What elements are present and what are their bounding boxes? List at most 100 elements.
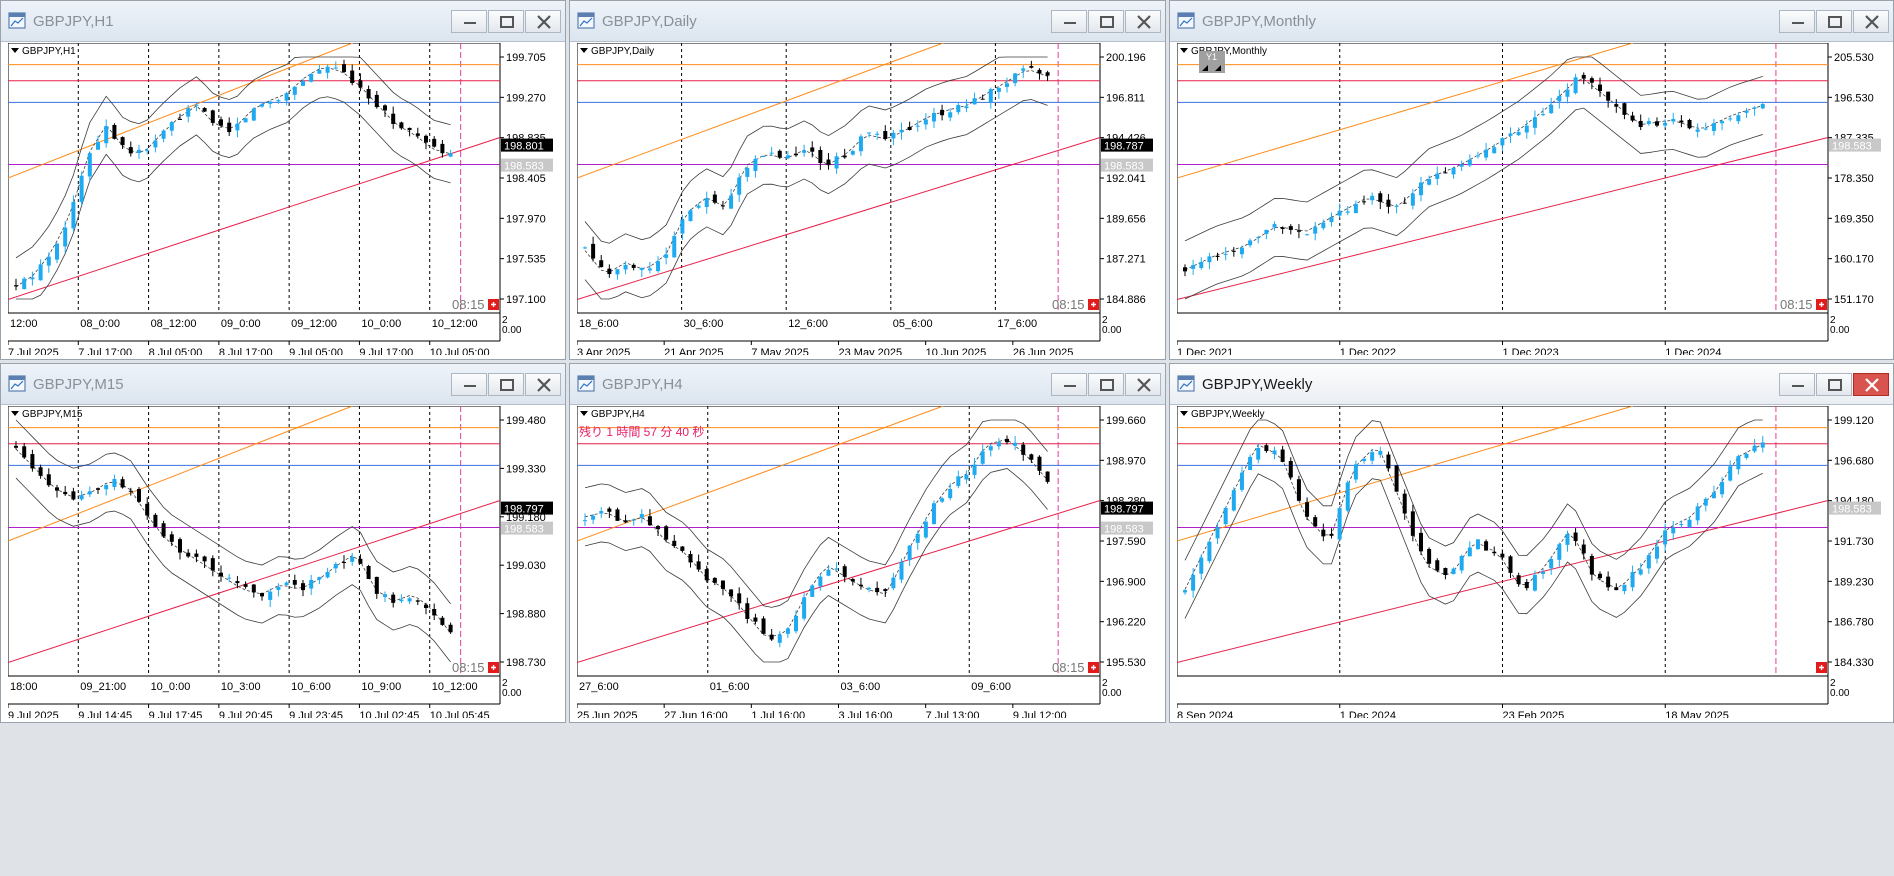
- candle: [810, 147, 815, 152]
- price-chart[interactable]: GBPJPY,H4 残り 1 時間 57 分 40 秒 199.660 198.970…: [577, 406, 1160, 718]
- close-button[interactable]: [525, 373, 561, 396]
- price-tick: 184.886: [1106, 294, 1146, 306]
- time-tick: 7 May 2025: [751, 347, 808, 355]
- maximize-icon: [1100, 16, 1114, 28]
- candle: [891, 132, 896, 139]
- plus-icon[interactable]: [488, 662, 499, 673]
- candle: [374, 576, 379, 594]
- candle: [30, 277, 35, 280]
- close-button[interactable]: [1125, 373, 1161, 396]
- candle: [145, 503, 150, 516]
- time-tick-top: 08_12:00: [151, 318, 197, 330]
- candle: [1703, 498, 1708, 506]
- price-chart[interactable]: GBPJPY,MonthlyY1205.530196.530187.335178…: [1177, 43, 1888, 355]
- candle: [1744, 453, 1749, 458]
- candle: [1720, 481, 1725, 495]
- minimize-button[interactable]: [451, 10, 487, 33]
- plus-icon[interactable]: [1816, 662, 1827, 673]
- candle: [1695, 506, 1700, 521]
- price-chart[interactable]: GBPJPY,Daily200.196196.811194.426192.041…: [577, 43, 1160, 355]
- minimize-button[interactable]: [1051, 373, 1087, 396]
- close-button[interactable]: [1125, 10, 1161, 33]
- candle: [1744, 111, 1749, 113]
- time-tick: 1 Dec 2021: [1177, 347, 1233, 355]
- chart-window-monthly[interactable]: GBPJPY,Monthly GBPJPY,Monthly Y1 205.530 196…: [1169, 0, 1894, 360]
- candle: [1223, 253, 1228, 255]
- candle: [276, 100, 281, 102]
- candle: [607, 508, 612, 512]
- maximize-button[interactable]: [488, 373, 524, 396]
- chart-window-weekly[interactable]: GBPJPY,Weekly GBPJPY,Weekly 199.120 196.680…: [1169, 363, 1894, 723]
- chart-window-daily[interactable]: GBPJPY,Daily GBPJPY,Daily 200.196 196.811 19…: [569, 0, 1166, 360]
- price-tag: 198.787: [1101, 138, 1153, 153]
- minimize-button[interactable]: [451, 373, 487, 396]
- candle: [1215, 255, 1220, 257]
- time-tick: 9 Jul 17:00: [359, 347, 413, 355]
- minimize-button[interactable]: [1779, 10, 1815, 33]
- candle: [656, 261, 661, 272]
- close-button[interactable]: [525, 10, 561, 33]
- candle: [1541, 571, 1546, 574]
- title-bar[interactable]: GBPJPY,Monthly: [1170, 1, 1893, 42]
- chart-window-icon: [1177, 12, 1195, 29]
- candle: [940, 109, 945, 116]
- candle: [309, 73, 314, 82]
- time-tick-top: 01_6:00: [710, 681, 750, 693]
- title-bar[interactable]: GBPJPY,Daily: [570, 1, 1165, 42]
- candle: [1752, 445, 1757, 452]
- candle: [432, 608, 437, 616]
- title-bar[interactable]: GBPJPY,H4: [570, 364, 1165, 405]
- price-chart[interactable]: GBPJPY,Weekly199.120196.680194.180191.73…: [1177, 406, 1888, 718]
- price-tick: 184.330: [1834, 657, 1874, 669]
- chart-window-m15[interactable]: GBPJPY,M15 GBPJPY,M15 199.480 199.330 199.18…: [0, 363, 566, 723]
- candle: [415, 600, 420, 602]
- candle: [1207, 541, 1212, 562]
- candle: [680, 219, 685, 234]
- window-title: GBPJPY,H1: [33, 13, 114, 30]
- maximize-button[interactable]: [1088, 373, 1124, 396]
- candle: [1288, 461, 1293, 478]
- price-chart[interactable]: GBPJPY,H1199.705199.270198.835198.405197…: [8, 43, 560, 355]
- candle: [623, 520, 628, 523]
- maximize-button[interactable]: [1816, 10, 1852, 33]
- price-tick: 192.041: [1106, 173, 1146, 185]
- chart-window-h4[interactable]: GBPJPY,H4 GBPJPY,H4 残り 1 時間 57 分 40 秒 199.6…: [569, 363, 1166, 723]
- time-tick: 3 Jul 16:00: [839, 710, 893, 718]
- plus-icon[interactable]: [1088, 299, 1099, 310]
- plus-icon[interactable]: [488, 299, 499, 310]
- candle: [777, 634, 782, 643]
- price-tick: 197.590: [1106, 536, 1146, 548]
- bar-timer: 08:15: [1780, 297, 1813, 312]
- chart-window-h1[interactable]: GBPJPY,H1 GBPJPY,H1199.705199.270198.8351…: [0, 0, 566, 360]
- title-bar[interactable]: GBPJPY,M15: [1, 364, 565, 405]
- maximize-button[interactable]: [1816, 373, 1852, 396]
- minimize-button[interactable]: [1779, 373, 1815, 396]
- candle: [1037, 69, 1042, 74]
- candle: [104, 485, 109, 490]
- title-bar[interactable]: GBPJPY,H1: [1, 1, 565, 42]
- plus-icon[interactable]: [1088, 662, 1099, 673]
- minimize-button[interactable]: [1051, 10, 1087, 33]
- title-bar[interactable]: GBPJPY,Weekly: [1170, 364, 1893, 405]
- candle: [696, 205, 701, 208]
- price-tick: 197.100: [506, 294, 546, 306]
- candle: [1663, 122, 1668, 126]
- candle: [899, 561, 904, 580]
- candle: [664, 254, 669, 258]
- close-icon: [1865, 15, 1879, 29]
- candle: [1687, 120, 1692, 129]
- candle: [1508, 556, 1513, 573]
- close-button[interactable]: [1853, 10, 1889, 33]
- candle: [350, 70, 355, 84]
- maximize-button[interactable]: [1088, 10, 1124, 33]
- candle: [1679, 523, 1684, 525]
- period-badge[interactable]: Y1: [1199, 51, 1225, 73]
- price-chart[interactable]: GBPJPY,M15199.480199.330199.180199.03019…: [8, 406, 560, 718]
- candle: [1671, 118, 1676, 122]
- maximize-button[interactable]: [488, 10, 524, 33]
- close-button[interactable]: [1853, 373, 1889, 396]
- candle: [647, 268, 652, 271]
- time-tick: 10 Jul 05:45: [430, 710, 490, 718]
- time-tick-top: 12:00: [10, 318, 38, 330]
- plus-icon[interactable]: [1816, 299, 1827, 310]
